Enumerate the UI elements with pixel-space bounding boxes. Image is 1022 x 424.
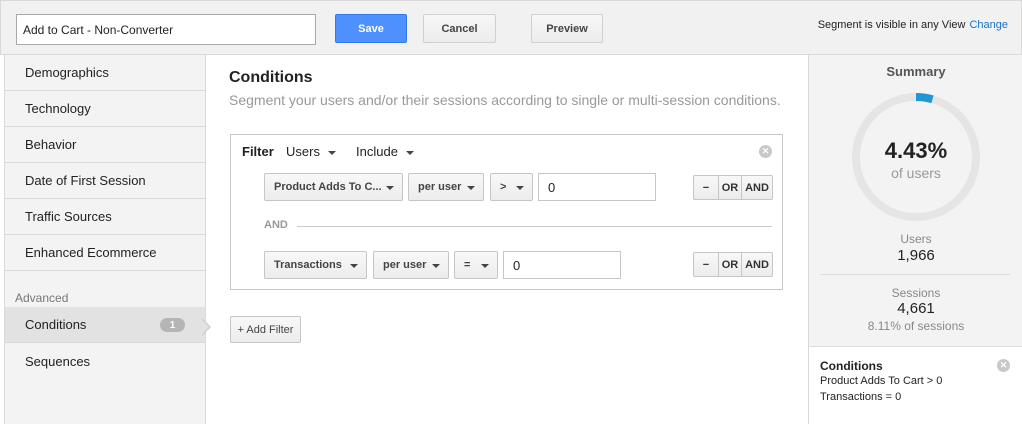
conditions-panel: Conditions Segment your users and/or the…	[207, 55, 808, 424]
summary-divider	[820, 274, 1010, 275]
percent-value: 4.43%	[884, 138, 948, 163]
mode-value: Include	[356, 144, 398, 159]
visibility-text: Segment is visible in any View	[817, 19, 966, 31]
per-user-dropdown[interactable]: per user	[408, 173, 484, 201]
chevron-down-icon	[481, 264, 489, 268]
chevron-down-icon	[467, 186, 475, 190]
sidebar-item-label: Traffic Sources	[25, 209, 112, 224]
remove-conditions-icon[interactable]: ✕	[997, 359, 1010, 372]
chevron-down-icon	[516, 186, 524, 190]
sidebar-item-conditions[interactable]: Conditions 1	[5, 307, 205, 343]
remove-filter-icon[interactable]: ✕	[759, 145, 772, 158]
metric-value: Transactions	[274, 259, 342, 271]
sidebar-item-date-of-first-session[interactable]: Date of First Session	[5, 163, 205, 199]
metric-dropdown[interactable]: Product Adds To C...	[264, 173, 403, 201]
chevron-down-icon	[327, 150, 336, 155]
save-button[interactable]: Save	[335, 14, 407, 43]
metric-value: Product Adds To C...	[274, 181, 382, 193]
summary-panel: Summary 4.43% of users Users 1,966 Sessi…	[808, 55, 1022, 424]
cancel-button[interactable]: Cancel	[423, 14, 496, 43]
preview-button[interactable]: Preview	[531, 14, 603, 43]
operator-value: >	[500, 181, 507, 193]
and-button[interactable]: AND	[742, 253, 772, 276]
per-value: per user	[418, 181, 462, 193]
chevron-down-icon	[386, 186, 394, 190]
or-button[interactable]: OR	[719, 253, 742, 276]
remove-condition-button[interactable]: −	[694, 176, 719, 199]
users-value: 1,966	[897, 247, 935, 264]
sessions-value: 4,661	[897, 300, 935, 317]
chevron-down-icon	[405, 150, 414, 155]
sidebar-item-label: Date of First Session	[25, 173, 146, 188]
segment-name-input[interactable]	[16, 14, 316, 45]
summary-title: Summary	[886, 64, 946, 79]
filter-box: Filter Users Include ✕ Product Adds To C…	[230, 134, 783, 290]
segment-toolbar: Save Cancel Preview Segment is visible i…	[0, 0, 1022, 55]
and-button[interactable]: AND	[742, 176, 772, 199]
logic-buttons: − OR AND	[693, 252, 773, 277]
conditions-summary-title: Conditions	[820, 359, 883, 373]
operator-dropdown[interactable]: =	[454, 251, 498, 279]
condition-summary-line: Transactions = 0	[820, 391, 902, 403]
percent-subtitle: of users	[891, 165, 941, 181]
chevron-down-icon	[432, 264, 440, 268]
and-divider	[297, 226, 772, 227]
filter-label: Filter	[242, 144, 274, 159]
sidebar-item-traffic-sources[interactable]: Traffic Sources	[5, 199, 205, 235]
sidebar-item-sequences[interactable]: Sequences	[5, 343, 205, 379]
condition-summary-line: Product Adds To Cart > 0	[820, 375, 943, 387]
and-separator-label: AND	[264, 219, 288, 231]
operator-value: =	[464, 259, 471, 271]
category-sidebar: Demographics Technology Behavior Date of…	[4, 55, 206, 424]
chevron-down-icon	[350, 264, 358, 268]
visibility-notice: Segment is visible in any View Change	[818, 19, 1008, 31]
sidebar-item-label: Behavior	[25, 137, 77, 152]
sidebar-item-enhanced-ecommerce[interactable]: Enhanced Ecommerce	[5, 235, 205, 271]
metric-dropdown[interactable]: Transactions	[264, 251, 367, 279]
users-label: Users	[900, 232, 932, 246]
operator-dropdown[interactable]: >	[490, 173, 533, 201]
mode-dropdown[interactable]: Include	[356, 144, 414, 159]
sidebar-item-demographics[interactable]: Demographics	[5, 55, 205, 91]
logic-buttons: − OR AND	[693, 175, 773, 200]
sidebar-item-label: Enhanced Ecommerce	[25, 245, 157, 260]
sidebar-item-label: Demographics	[25, 65, 109, 80]
scope-dropdown[interactable]: Users	[286, 144, 336, 159]
page-subtitle: Segment your users and/or their sessions…	[229, 92, 781, 108]
sidebar-item-label: Technology	[25, 101, 91, 116]
sidebar-item-technology[interactable]: Technology	[5, 91, 205, 127]
condition-value-input[interactable]	[538, 173, 656, 201]
sidebar-item-label: Conditions	[25, 317, 87, 332]
sidebar-item-behavior[interactable]: Behavior	[5, 127, 205, 163]
sessions-label: Sessions	[891, 286, 941, 300]
sidebar-item-label: Sequences	[25, 353, 91, 369]
add-filter-button[interactable]: + Add Filter	[230, 316, 301, 343]
per-user-dropdown[interactable]: per user	[373, 251, 449, 279]
advanced-heading: Advanced	[15, 291, 69, 305]
scope-value: Users	[286, 144, 320, 159]
or-button[interactable]: OR	[719, 176, 742, 199]
count-badge: 1	[160, 318, 185, 332]
per-value: per user	[383, 259, 427, 271]
conditions-summary-card: Conditions ✕ Product Adds To Cart > 0 Tr…	[809, 346, 1022, 424]
sessions-percent: 8.11% of sessions	[867, 319, 965, 333]
change-link[interactable]: Change	[969, 19, 1008, 31]
condition-value-input[interactable]	[503, 251, 621, 279]
page-title: Conditions	[229, 69, 313, 86]
remove-condition-button[interactable]: −	[694, 253, 719, 276]
